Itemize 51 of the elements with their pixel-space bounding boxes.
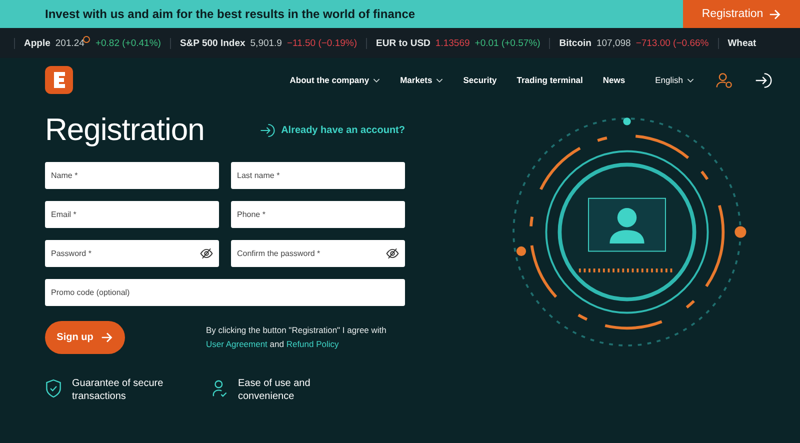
arrow-right-icon (101, 332, 114, 343)
eye-slash-icon[interactable] (386, 247, 399, 260)
ticker-price: 201.24 (55, 38, 84, 48)
ticker-price: 107,098 (596, 38, 631, 48)
promo-code-field[interactable]: Promo code (optional) (45, 279, 405, 306)
ticker-price: 5,901.9 (250, 38, 282, 48)
input-field[interactable]: Last name * (231, 162, 405, 189)
input-field[interactable]: Phone * (231, 201, 405, 228)
nav-link[interactable]: News (602, 75, 626, 85)
ticker-name: Wheat (728, 38, 756, 48)
policy-link[interactable]: Refund Policy (286, 338, 339, 348)
ticker-name: Apple (24, 38, 50, 48)
consent-text: By clicking the button "Registration" I agree with User Agreement and Refund Policy (206, 324, 388, 351)
policy-link[interactable]: User Agreement (206, 338, 268, 348)
registration-button[interactable]: Registration (683, 0, 800, 28)
eye-slash-icon[interactable] (200, 247, 213, 260)
nav-link[interactable]: About the company (290, 75, 380, 85)
user-icon[interactable] (716, 72, 733, 88)
password-field[interactable]: Password * (45, 240, 219, 267)
user-check-icon (211, 379, 228, 398)
ticker-change: +0.82 (+0.41%) (95, 38, 161, 48)
input-field[interactable]: Name * (45, 162, 219, 189)
page-title: Registration (45, 112, 206, 148)
logo-icon[interactable] (45, 66, 73, 94)
shield-check-icon (45, 379, 62, 398)
login-link-text[interactable]: Already have an account? (281, 124, 405, 136)
ticker-price: 1.13569 (435, 38, 470, 48)
chevron-down-icon (687, 78, 694, 82)
nav-link[interactable]: Trading terminal (516, 75, 583, 85)
feature-text: Guarantee of secure transactions (72, 378, 164, 403)
language-selector[interactable]: English (655, 75, 694, 85)
ticker-change: −713.00 (−0.66% (636, 38, 709, 48)
nav-link[interactable]: Security (463, 75, 497, 85)
ticker-name: EUR to USD (376, 38, 430, 48)
sign-up-button[interactable]: Sign up (45, 321, 125, 354)
chevron-down-icon (436, 78, 444, 82)
banner-text: Invest with us and aim for the best results in the world of finance (44, 7, 416, 21)
ticker-name: Bitcoin (559, 38, 592, 48)
ticker-change: −11.50 (−0.19%) (286, 38, 358, 48)
login-link[interactable]: Already have an account? (260, 122, 405, 138)
input-field[interactable]: Email * (45, 201, 219, 228)
chevron-down-icon (373, 78, 380, 82)
ticker-name: S&P 500 Index (180, 38, 246, 48)
ticker-change: +0.01 (+0.57%) (474, 38, 540, 48)
password-field[interactable]: Confirm the password * (231, 240, 405, 267)
login-icon[interactable] (755, 72, 772, 88)
arrow-right-icon (769, 8, 782, 20)
login-icon (260, 122, 276, 138)
nav-link[interactable]: Markets (400, 75, 444, 85)
status-dot-icon (83, 36, 90, 42)
feature-text: Ease of use and convenience (238, 378, 312, 403)
